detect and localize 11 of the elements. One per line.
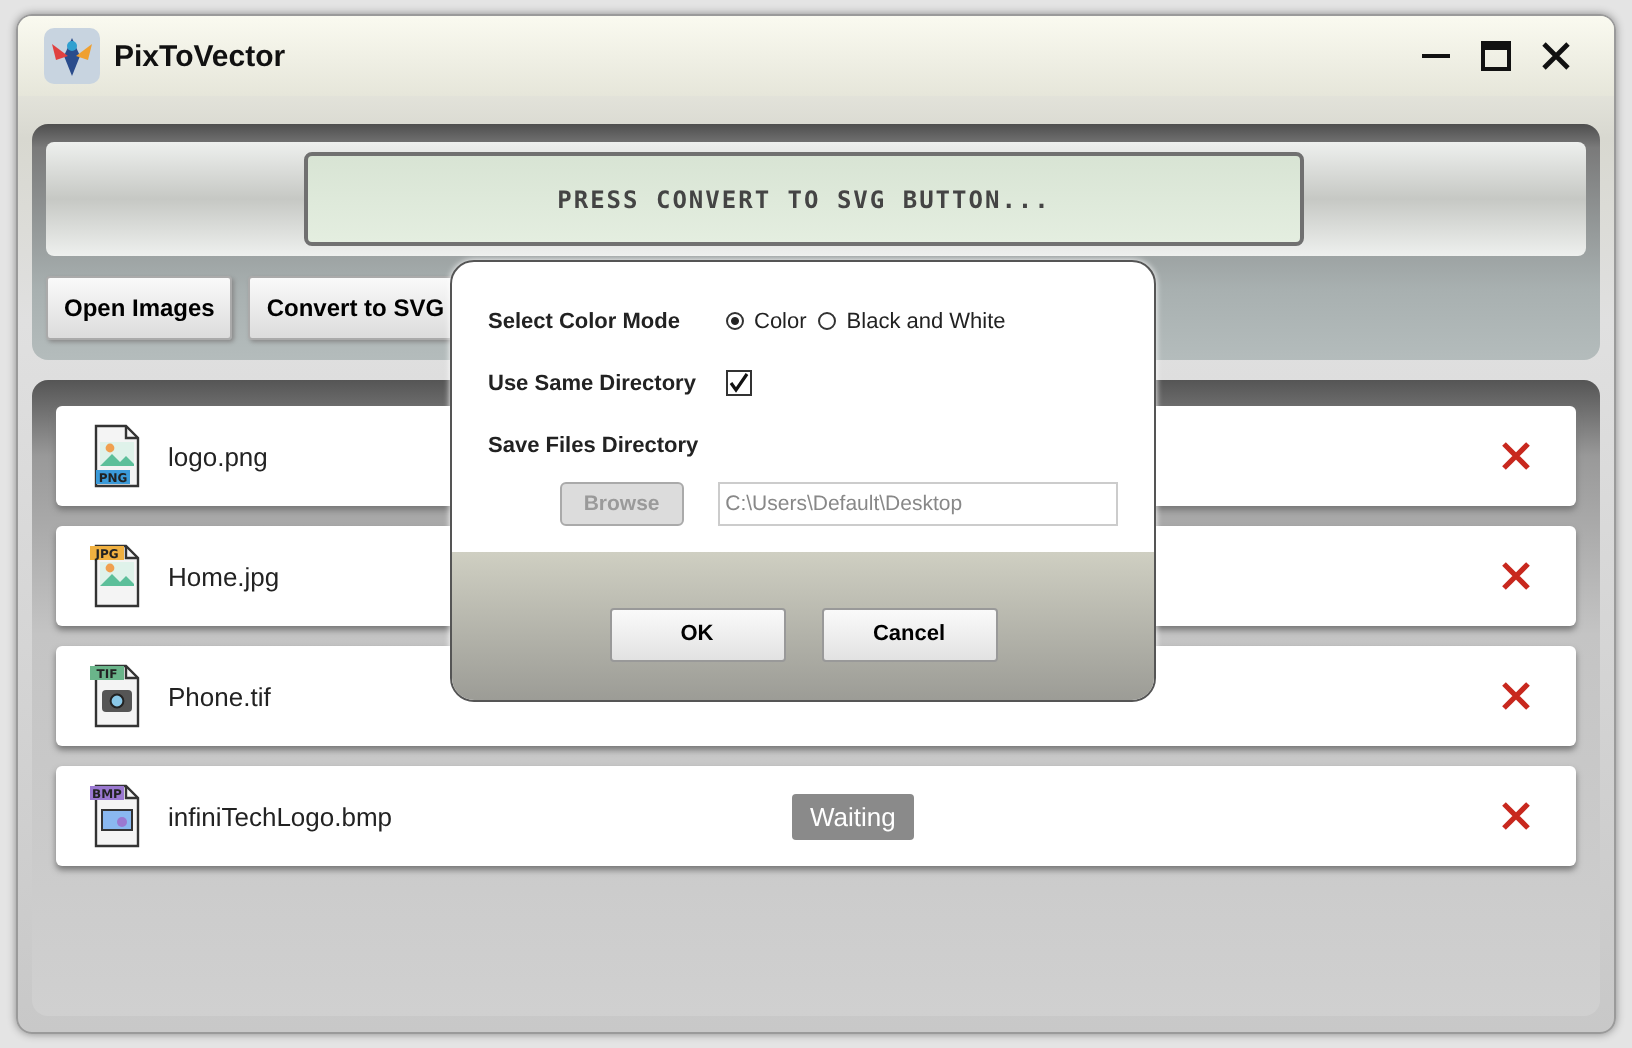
- field-label: Select Color Mode: [488, 309, 682, 333]
- file-name: Phone.tif: [168, 681, 271, 711]
- field-label: Save Files Directory: [488, 433, 701, 457]
- window-title: PixToVector: [114, 39, 286, 73]
- status-display: PRESS CONVERT TO SVG BUTTON...: [304, 152, 1304, 246]
- radio-label: Color: [754, 309, 807, 333]
- file-name: Home.jpg: [168, 561, 280, 591]
- field-label: Use Same Directory: [488, 371, 698, 395]
- file-name: logo.png: [168, 441, 268, 471]
- status-badge: Waiting: [792, 793, 914, 839]
- file-name: infiniTechLogo.bmp: [168, 801, 393, 831]
